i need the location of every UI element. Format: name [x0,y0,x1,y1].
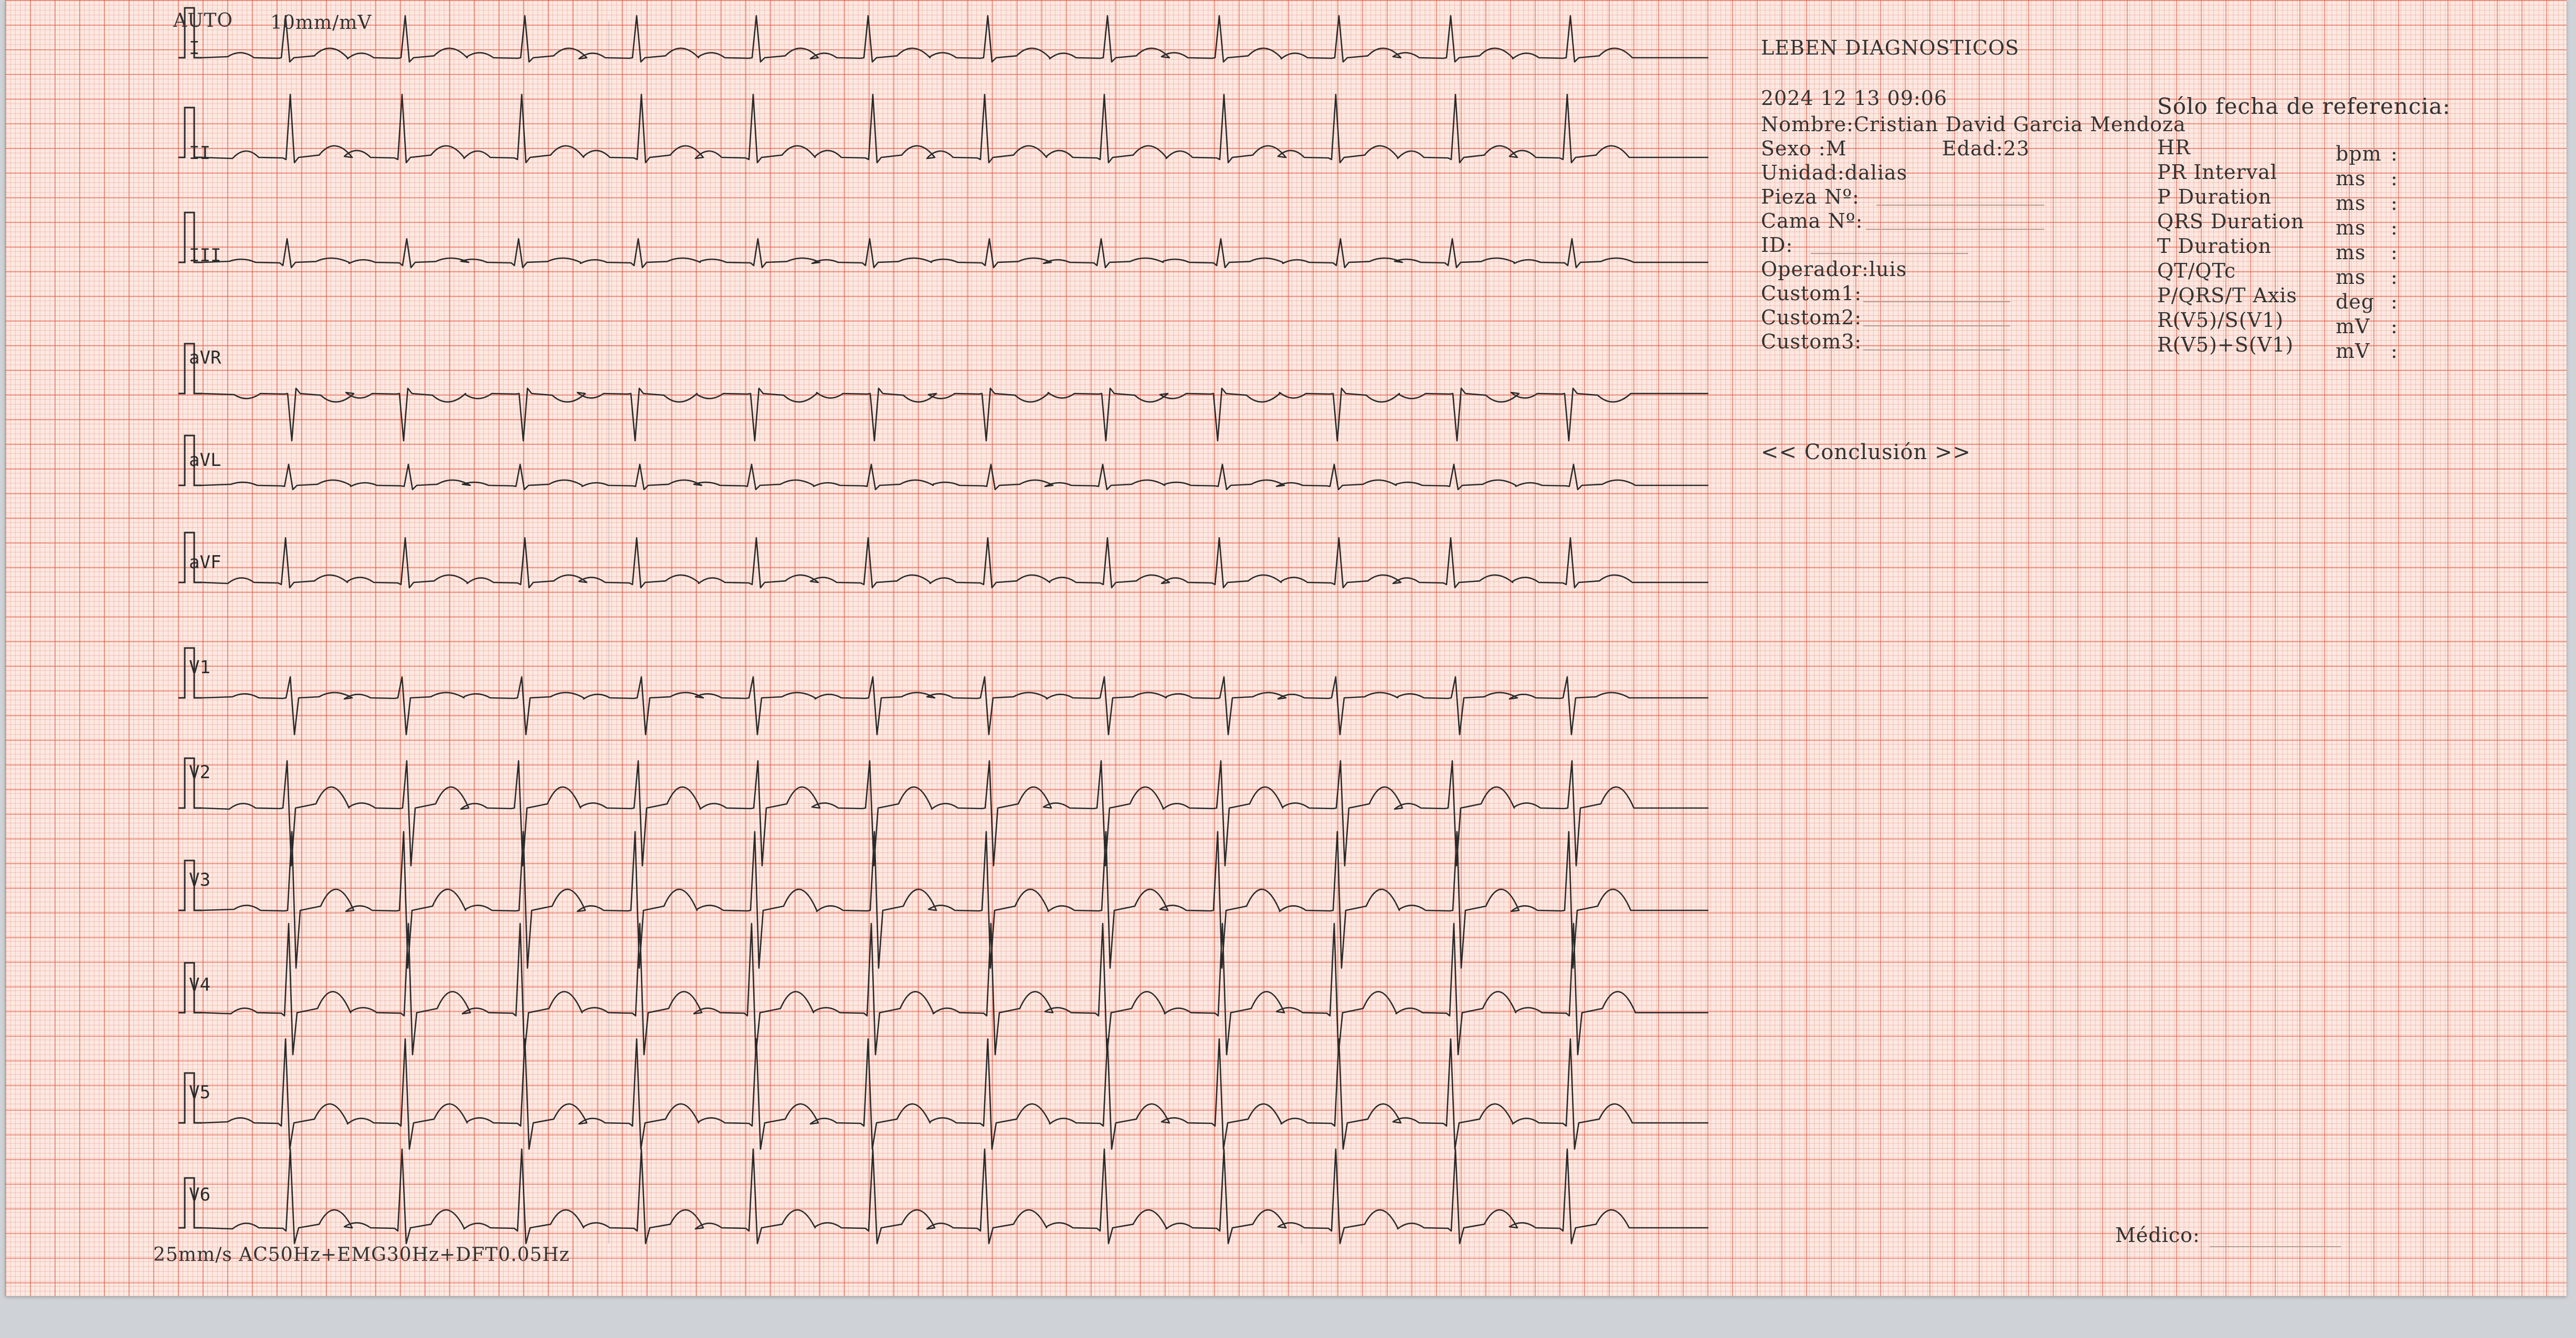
meas-label: T Duration [2157,235,2272,258]
report-datetime: 2024 12 13 09:06 [1761,87,1948,110]
patient-age: Edad:23 [1942,137,2030,160]
meas-value: : [2391,167,2398,190]
lead-label-ii: II [189,143,210,164]
gain-label: 10mm/mV [270,12,372,34]
meas-label: QRS Duration [2157,210,2305,233]
patient-piece: Pieza Nº: [1761,185,1860,208]
lead-label-avl: aVL [189,450,221,471]
lead-label-v3: V3 [189,869,210,890]
ecg-paper: AUTO 10mm/mV I II III aVR aVL aVF V1 V2 V3 V4 V5 V6… [5,0,2567,1296]
meas-unit: ms [2336,167,2366,190]
clinic-name: LEBEN DIAGNOSTICOS [1761,36,2020,59]
meas-value: : [2391,241,2398,264]
ecg-traces [178,7,1708,1245]
patient-id: ID: [1761,233,1793,257]
patient-sex: Sexo :M [1761,137,1847,160]
custom1-underline [1863,301,2010,302]
custom2: Custom2: [1761,306,1862,329]
ecg-trace-v5 [202,1038,1708,1150]
ecg-trace-v3 [202,831,1708,969]
ecg-trace-ii [202,93,1708,164]
ecg-trace-v4 [202,922,1708,1056]
lead-label-iii: III [189,245,221,266]
filter-settings: 25mm/s AC50Hz+EMG30Hz+DFT0.05Hz [153,1244,570,1266]
mode-label: AUTO [173,10,233,31]
meas-label: P/QRS/T Axis [2157,284,2297,307]
reference-note: Sólo fecha de referencia: [2157,93,2451,119]
ecg-trace-i [202,15,1708,63]
ecg-trace-avf [202,537,1708,589]
patient-unit: Unidad:dalias [1761,161,1908,184]
lead-label-v2: V2 [189,762,210,783]
meas-value: : [2391,216,2398,239]
meas-label: R(V5)+S(V1) [2157,333,2294,356]
ecg-trace-v2 [202,760,1708,867]
meas-label: PR Interval [2157,161,2277,184]
meas-value: : [2391,266,2398,289]
lead-label-avf: aVF [189,552,221,573]
meas-value: : [2391,142,2398,165]
lead-label-v1: V1 [189,657,210,678]
custom1: Custom1: [1761,282,1862,305]
meas-label: R(V5)/S(V1) [2157,309,2284,332]
patient-bed: Cama Nº: [1761,209,1863,232]
lead-label-v5: V5 [189,1082,210,1103]
custom3-underline [1863,349,2010,351]
bed-underline [1866,229,2044,230]
meas-label: HR [2157,136,2191,159]
meas-label: QT/QTc [2157,259,2236,282]
ecg-trace-avl [202,463,1708,491]
meas-unit: ms [2336,266,2366,289]
meas-value: : [2391,315,2398,338]
piece-underline [1876,205,2044,206]
meas-unit: ms [2336,192,2366,215]
meas-value: : [2391,290,2398,313]
physician-label: Médico: [2115,1224,2200,1247]
custom2-underline [1863,325,2010,326]
lead-label-i: I [189,38,200,59]
meas-unit: mV [2336,315,2370,338]
meas-unit: deg [2336,290,2375,313]
lead-label-avr: aVR [189,347,221,368]
ecg-trace-avr [202,387,1708,442]
lead-label-v4: V4 [189,974,210,995]
meas-label: P Duration [2157,185,2272,208]
ecg-trace-v6 [202,1148,1708,1245]
meas-unit: mV [2336,339,2370,363]
physician-signature-line [2210,1246,2341,1247]
meas-unit: ms [2336,216,2366,239]
patient-name: Nombre:Cristian David Garcia Mendoza [1761,113,2186,136]
ecg-trace-v1 [202,676,1708,736]
operator: Operador:luis [1761,258,1907,281]
conclusion-label: << Conclusión >> [1761,440,1971,464]
meas-value: : [2391,192,2398,215]
id-underline [1811,253,1968,254]
lead-label-v6: V6 [189,1184,210,1205]
meas-value: : [2391,339,2398,363]
custom3: Custom3: [1761,330,1862,353]
ecg-trace-iii [202,238,1708,269]
meas-unit: ms [2336,241,2366,264]
meas-unit: bpm [2336,142,2382,165]
